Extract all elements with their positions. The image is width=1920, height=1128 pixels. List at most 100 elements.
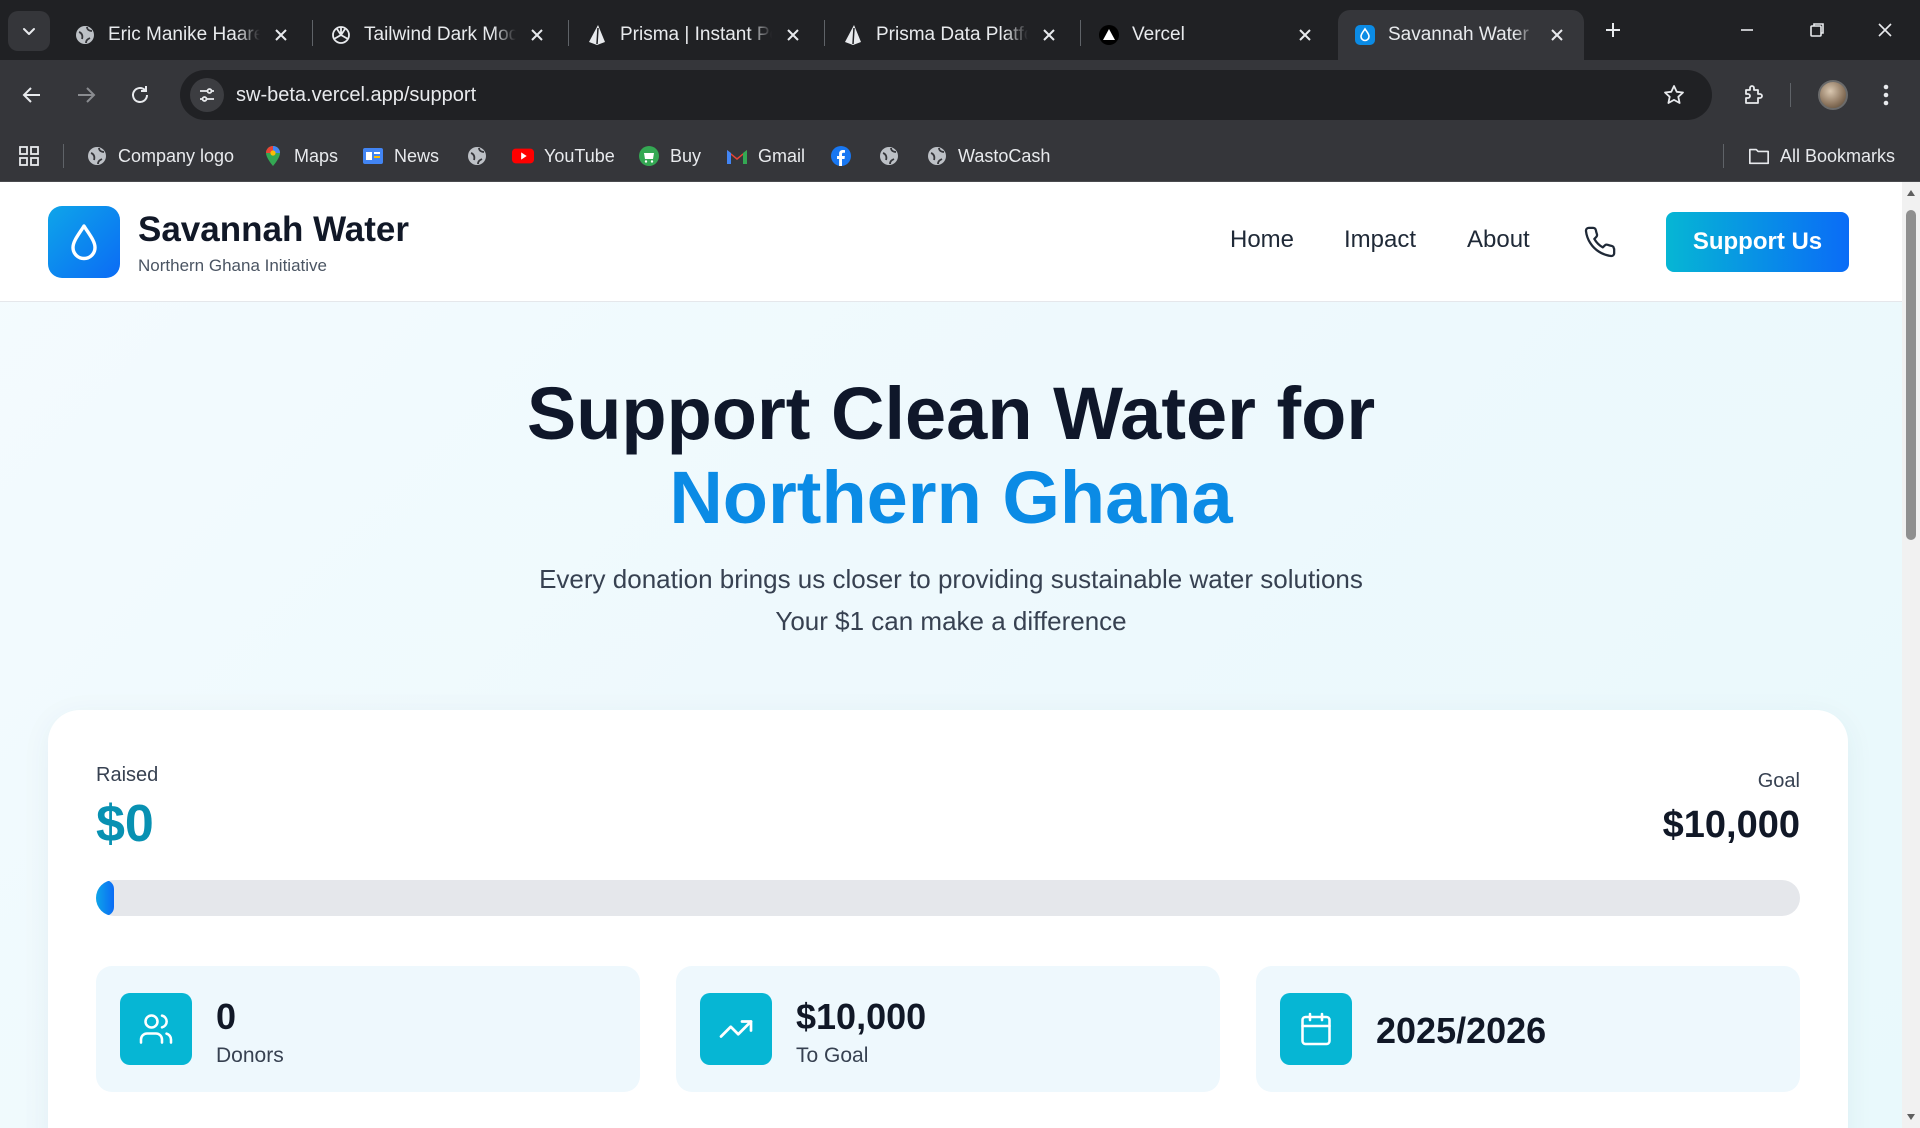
globe-icon bbox=[86, 145, 108, 167]
browser-toolbar: sw-beta.vercel.app/support bbox=[0, 60, 1920, 130]
bookmarks-divider bbox=[1723, 144, 1724, 168]
globe-icon bbox=[878, 145, 900, 167]
profile-button[interactable] bbox=[1813, 75, 1853, 115]
bookmark-news[interactable]: News bbox=[362, 142, 439, 170]
reload-button[interactable] bbox=[120, 75, 160, 115]
youtube-icon bbox=[512, 145, 534, 167]
tab-vercel[interactable]: Vercel bbox=[1082, 10, 1332, 60]
bookmark-label: Gmail bbox=[758, 145, 806, 166]
minimize-icon bbox=[1741, 29, 1753, 31]
hero-subtitle-line2: Your $1 can make a difference bbox=[775, 606, 1127, 636]
close-icon bbox=[1878, 23, 1892, 37]
stat-period: 2025/2026 bbox=[1256, 966, 1800, 1092]
browser-menu-button[interactable] bbox=[1866, 75, 1906, 115]
all-bookmarks-button[interactable]: All Bookmarks bbox=[1748, 142, 1895, 170]
bookmark-star-icon[interactable] bbox=[1654, 75, 1694, 115]
progress-bar-fill bbox=[96, 880, 114, 916]
scroll-down-icon[interactable] bbox=[1906, 1112, 1916, 1122]
arrow-left-icon bbox=[22, 87, 40, 103]
nav-about[interactable]: About bbox=[1467, 226, 1530, 254]
globe-icon bbox=[466, 145, 488, 167]
users-icon bbox=[120, 993, 192, 1065]
bookmark-label: Company logo bbox=[118, 145, 235, 166]
page-viewport: Savannah Water Northern Ghana Initiative… bbox=[0, 182, 1902, 1128]
stat-label: Donors bbox=[216, 1044, 284, 1067]
tab-title: Vercel bbox=[1132, 24, 1185, 45]
globe-icon bbox=[74, 24, 96, 46]
site-settings-icon[interactable] bbox=[190, 78, 224, 112]
bookmark-globe[interactable] bbox=[466, 142, 498, 170]
close-icon[interactable] bbox=[1038, 24, 1060, 46]
close-icon[interactable] bbox=[782, 24, 804, 46]
maps-icon bbox=[262, 145, 284, 167]
prisma-icon bbox=[842, 24, 864, 46]
prisma-icon bbox=[586, 24, 608, 46]
bookmark-youtube[interactable]: YouTube bbox=[512, 142, 615, 170]
tab-prisma-data[interactable]: Prisma Data Platfo bbox=[826, 10, 1076, 60]
new-tab-button[interactable] bbox=[1590, 10, 1636, 50]
openai-icon bbox=[330, 24, 352, 46]
raised-label: Raised bbox=[96, 764, 159, 786]
forward-button[interactable] bbox=[66, 75, 106, 115]
news-icon bbox=[362, 145, 384, 167]
nav-home[interactable]: Home bbox=[1230, 226, 1294, 254]
extensions-button[interactable] bbox=[1734, 75, 1774, 115]
scrollbar-thumb[interactable] bbox=[1906, 210, 1916, 540]
buy-icon bbox=[638, 145, 660, 167]
bookmark-company-logo[interactable]: Company logo bbox=[86, 142, 234, 170]
close-icon[interactable] bbox=[270, 24, 292, 46]
bookmark-label: Buy bbox=[670, 145, 702, 166]
address-bar[interactable]: sw-beta.vercel.app/support bbox=[180, 70, 1712, 120]
stat-value: $10,000 bbox=[796, 996, 927, 1037]
page-scrollbar[interactable] bbox=[1902, 182, 1920, 1128]
tab-eric-manike[interactable]: Eric Manike Haare bbox=[58, 10, 308, 60]
url-text[interactable]: sw-beta.vercel.app/support bbox=[236, 84, 1654, 107]
hero-subtitle-line1: Every donation brings us closer to provi… bbox=[539, 564, 1363, 594]
tab-divider bbox=[312, 20, 313, 46]
tab-tailwind[interactable]: Tailwind Dark Mod bbox=[314, 10, 564, 60]
bookmark-label: YouTube bbox=[544, 145, 615, 166]
bookmarks-bar: Company logo Maps News YouTube Buy Gmail… bbox=[0, 130, 1920, 182]
bookmarks-divider bbox=[63, 144, 64, 168]
phone-button[interactable] bbox=[1580, 222, 1620, 262]
close-icon[interactable] bbox=[526, 24, 548, 46]
hero-subtitle: Every donation brings us closer to provi… bbox=[0, 558, 1902, 642]
chevron-down-icon bbox=[23, 28, 35, 35]
bookmark-maps[interactable]: Maps bbox=[262, 142, 338, 170]
brand-name[interactable]: Savannah Water bbox=[138, 210, 409, 250]
donation-progress-card: Raised $0 Goal $10,000 0 Donors $10,000 … bbox=[48, 710, 1848, 1128]
bookmark-label: News bbox=[394, 145, 440, 166]
apps-button[interactable] bbox=[18, 142, 50, 170]
more-vertical-icon bbox=[1883, 84, 1889, 106]
hero-title: Support Clean Water for Northern Ghana bbox=[0, 372, 1902, 540]
bookmark-buy[interactable]: Buy bbox=[638, 142, 701, 170]
bookmark-label: Maps bbox=[294, 145, 339, 166]
tab-title: Savannah Water bbox=[1388, 24, 1529, 45]
nav-impact[interactable]: Impact bbox=[1344, 226, 1416, 254]
bookmark-wastocash[interactable]: WastoCash bbox=[926, 142, 1050, 170]
close-icon[interactable] bbox=[1294, 24, 1316, 46]
minimize-button[interactable] bbox=[1724, 10, 1770, 50]
avatar bbox=[1818, 80, 1848, 110]
scroll-up-icon[interactable] bbox=[1906, 188, 1916, 198]
hero-title-line1: Support Clean Water for bbox=[526, 372, 1376, 455]
bookmark-globe-2[interactable] bbox=[878, 142, 910, 170]
goal-label: Goal bbox=[1757, 770, 1800, 792]
apps-grid-icon bbox=[18, 145, 40, 167]
tab-search-button[interactable] bbox=[8, 11, 50, 51]
logo[interactable] bbox=[48, 206, 120, 278]
tab-divider bbox=[1080, 20, 1081, 46]
tab-savannah-water[interactable]: Savannah Water bbox=[1338, 10, 1584, 60]
close-window-button[interactable] bbox=[1862, 10, 1908, 50]
back-button[interactable] bbox=[12, 75, 52, 115]
facebook-icon bbox=[830, 145, 852, 167]
all-bookmarks-label: All Bookmarks bbox=[1780, 145, 1896, 166]
bookmark-gmail[interactable]: Gmail bbox=[726, 142, 805, 170]
restore-button[interactable] bbox=[1794, 10, 1840, 50]
tab-prisma-instant[interactable]: Prisma | Instant Po bbox=[570, 10, 820, 60]
close-icon[interactable] bbox=[1546, 24, 1568, 46]
support-us-button[interactable]: Support Us bbox=[1666, 212, 1849, 272]
bookmark-facebook[interactable] bbox=[830, 142, 862, 170]
gmail-icon bbox=[726, 145, 748, 167]
water-drop-icon bbox=[1354, 24, 1376, 46]
